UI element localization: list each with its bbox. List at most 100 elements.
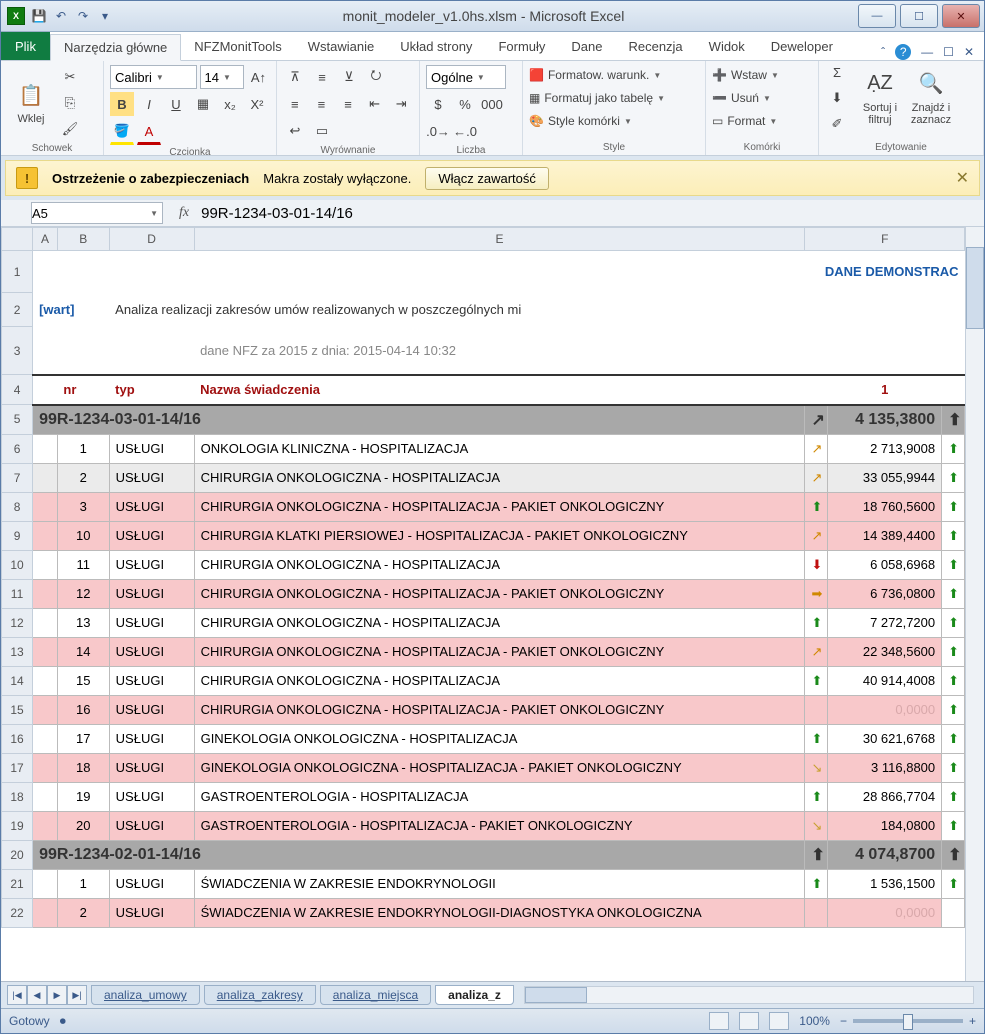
format-cells[interactable]: ▭Format▼ <box>712 111 812 131</box>
nazwa-cell[interactable]: CHIRURGIA ONKOLOGICZNA - HOSPITALIZACJA <box>194 550 805 579</box>
indent-dec[interactable]: ⇤ <box>363 92 387 116</box>
minimize-button[interactable]: — <box>858 4 896 28</box>
sheet-tab[interactable]: analiza_umowy <box>91 985 200 1005</box>
row-header[interactable]: 11 <box>2 579 33 608</box>
typ-cell[interactable]: USŁUGI <box>109 753 194 782</box>
qat-undo-icon[interactable]: ↶ <box>53 8 69 24</box>
nazwa-cell[interactable]: GASTROENTEROLOGIA - HOSPITALIZACJA - PAK… <box>194 811 805 840</box>
autosum-btn[interactable]: Σ <box>825 60 849 84</box>
row-header[interactable]: 19 <box>2 811 33 840</box>
col-header[interactable]: F <box>805 228 965 251</box>
tab-nav-next[interactable]: ▶ <box>47 985 67 1005</box>
row-header[interactable]: 7 <box>2 463 33 492</box>
doc-close-icon[interactable]: ✕ <box>964 45 974 59</box>
percent-btn[interactable]: % <box>453 92 477 116</box>
cell[interactable] <box>33 521 58 550</box>
nr-cell[interactable]: 18 <box>57 753 109 782</box>
typ-cell[interactable]: USŁUGI <box>109 579 194 608</box>
font-combo[interactable]: Calibri▼ <box>110 65 197 89</box>
nr-cell[interactable]: 1 <box>57 869 109 898</box>
nr-cell[interactable]: 10 <box>57 521 109 550</box>
typ-cell[interactable]: USŁUGI <box>109 434 194 463</box>
merge[interactable]: ▭ <box>310 119 334 143</box>
row-header[interactable]: 3 <box>2 327 33 375</box>
ribbon-tab[interactable]: Wstawianie <box>295 34 387 60</box>
x2-button[interactable]: x₂ <box>218 92 242 116</box>
inc-dec-btn[interactable]: .0→ <box>426 119 450 143</box>
ribbon-tab[interactable]: NFZMonitTools <box>181 34 294 60</box>
bold-button[interactable]: B <box>110 92 134 116</box>
row-header[interactable]: 17 <box>2 753 33 782</box>
cell[interactable] <box>33 695 58 724</box>
nazwa-cell[interactable]: GINEKOLOGIA ONKOLOGICZNA - HOSPITALIZACJ… <box>194 753 805 782</box>
value-cell[interactable]: 184,0800 <box>828 811 942 840</box>
typ-cell[interactable]: USŁUGI <box>109 811 194 840</box>
help-icon[interactable]: ? <box>895 44 911 60</box>
doc-restore-icon[interactable]: ☐ <box>943 45 954 59</box>
cell[interactable] <box>33 492 58 521</box>
typ-cell[interactable]: USŁUGI <box>109 869 194 898</box>
align-bot[interactable]: ⊻ <box>337 65 361 89</box>
nazwa-cell[interactable]: ONKOLOGIA KLINICZNA - HOSPITALIZACJA <box>194 434 805 463</box>
format-table[interactable]: ▦Formatuj jako tabelę▼ <box>529 88 699 108</box>
select-all-corner[interactable] <box>2 228 33 251</box>
row-header[interactable]: 1 <box>2 251 33 293</box>
value-cell[interactable]: 40 914,4008 <box>828 666 942 695</box>
value-cell[interactable]: 0,0000 <box>828 695 942 724</box>
maximize-button[interactable]: ☐ <box>900 4 938 28</box>
col-header[interactable]: A <box>33 228 58 251</box>
cell[interactable] <box>33 579 58 608</box>
italic-button[interactable]: I <box>137 92 161 116</box>
nazwa-cell[interactable]: GASTROENTEROLOGIA - HOSPITALIZACJA <box>194 782 805 811</box>
nazwa-cell[interactable]: CHIRURGIA ONKOLOGICZNA - HOSPITALIZACJA <box>194 608 805 637</box>
formula-input[interactable] <box>199 202 984 224</box>
grow-font-button[interactable]: A↑ <box>247 65 270 89</box>
qat-redo-icon[interactable]: ↷ <box>75 8 91 24</box>
zoom-in[interactable]: + <box>969 1014 976 1028</box>
fill-btn[interactable]: ⬇ <box>825 86 849 110</box>
nr-cell[interactable]: 15 <box>57 666 109 695</box>
row-header[interactable]: 5 <box>2 405 33 435</box>
value-cell[interactable]: 14 389,4400 <box>828 521 942 550</box>
nr-cell[interactable]: 14 <box>57 637 109 666</box>
row-header[interactable]: 20 <box>2 840 33 869</box>
value-cell[interactable]: 22 348,5600 <box>828 637 942 666</box>
hscroll-thumb[interactable] <box>525 987 587 1003</box>
value-cell[interactable]: 4 074,8700 <box>828 840 942 869</box>
value-cell[interactable]: 2 713,9008 <box>828 434 942 463</box>
format-painter-button[interactable]: 🖌 <box>58 117 82 141</box>
align-left[interactable]: ≡ <box>283 92 307 116</box>
ribbon-tab[interactable]: Dane <box>558 34 615 60</box>
cell[interactable] <box>33 753 58 782</box>
cell[interactable] <box>33 608 58 637</box>
insert-cells[interactable]: ➕Wstaw▼ <box>712 65 812 85</box>
x-super-button[interactable]: X² <box>245 92 269 116</box>
value-cell[interactable]: 7 272,7200 <box>828 608 942 637</box>
nazwa-cell[interactable]: CHIRURGIA ONKOLOGICZNA - HOSPITALIZACJA <box>194 463 805 492</box>
ribbon-tab[interactable]: Narzędzia główne <box>50 34 181 61</box>
enable-content-button[interactable]: Włącz zawartość <box>425 167 549 190</box>
row-header[interactable]: 2 <box>2 293 33 327</box>
nr-cell[interactable]: 2 <box>57 463 109 492</box>
nazwa-cell[interactable]: CHIRURGIA ONKOLOGICZNA - HOSPITALIZACJA … <box>194 695 805 724</box>
font-color-button[interactable]: A <box>137 119 161 145</box>
value-cell[interactable]: 30 621,6768 <box>828 724 942 753</box>
value-cell[interactable]: 3 116,8800 <box>828 753 942 782</box>
fontsize-combo[interactable]: 14▼ <box>200 65 244 89</box>
paste-button[interactable]: 📋Wklej <box>7 70 55 136</box>
typ-cell[interactable]: USŁUGI <box>109 492 194 521</box>
row-header[interactable]: 9 <box>2 521 33 550</box>
nazwa-cell[interactable]: ŚWIADCZENIA W ZAKRESIE ENDOKRYNOLOGII-DI… <box>194 898 805 927</box>
value-cell[interactable]: 6 058,6968 <box>828 550 942 579</box>
align-right[interactable]: ≡ <box>336 92 360 116</box>
nr-cell[interactable]: 11 <box>57 550 109 579</box>
ribbon-tab[interactable]: Formuły <box>485 34 558 60</box>
tab-nav-first[interactable]: |◀ <box>7 985 27 1005</box>
view-layout[interactable] <box>739 1012 759 1030</box>
wrap-text[interactable]: ↩ <box>283 119 307 143</box>
row-header[interactable]: 22 <box>2 898 33 927</box>
nr-cell[interactable]: 1 <box>57 434 109 463</box>
nazwa-cell[interactable]: CHIRURGIA ONKOLOGICZNA - HOSPITALIZACJA <box>194 666 805 695</box>
value-cell[interactable]: 33 055,9944 <box>828 463 942 492</box>
nr-cell[interactable]: 3 <box>57 492 109 521</box>
